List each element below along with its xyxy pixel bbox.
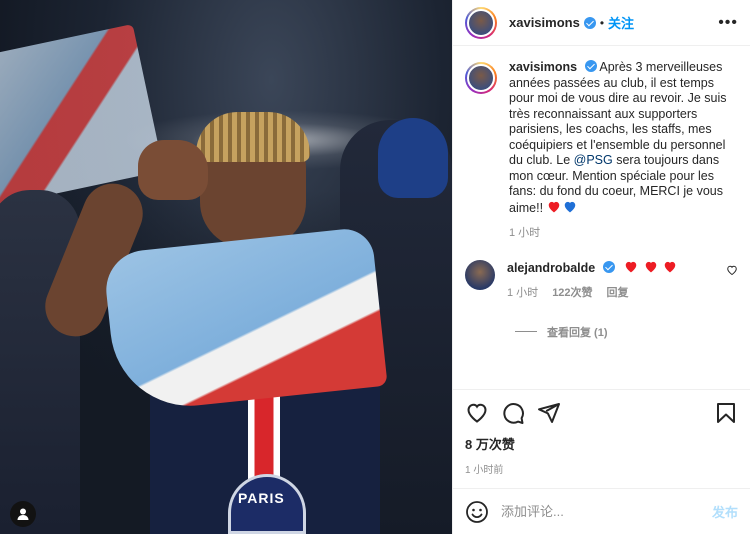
post-header: xavisimons • 关注 ••• xyxy=(453,0,750,46)
verified-badge-icon xyxy=(602,260,615,273)
bookmark-icon[interactable] xyxy=(714,401,738,425)
emoji-icon[interactable] xyxy=(465,500,489,524)
commenter-avatar[interactable] xyxy=(465,259,495,290)
caption-time[interactable]: 1 小时 xyxy=(509,226,540,242)
red-heart-icon xyxy=(644,260,658,272)
follow-button[interactable]: 关注 xyxy=(608,13,634,32)
heart-outline-icon[interactable] xyxy=(465,401,489,425)
caption-avatar[interactable] xyxy=(465,62,497,94)
author-username[interactable]: xavisimons xyxy=(509,15,580,30)
red-heart-icon xyxy=(547,200,561,212)
comment-item: alejandrobalde 1 小时 122次赞 回复 xyxy=(465,259,738,302)
verified-badge-icon xyxy=(584,60,597,72)
psg-crest-text: PARIS xyxy=(238,490,285,506)
red-heart-icon xyxy=(663,260,677,272)
more-icon[interactable]: ••• xyxy=(718,14,738,32)
separator-dot: • xyxy=(599,15,605,30)
post-photo[interactable]: PARIS xyxy=(0,0,452,534)
comment-time[interactable]: 1 小时 xyxy=(507,286,538,302)
blue-heart-icon xyxy=(563,200,577,212)
post-dialog: PARIS xavisimons • 关注 ••• xavisimons Apr… xyxy=(0,0,750,534)
comment-input[interactable] xyxy=(501,504,712,519)
commenter-username[interactable]: alejandrobalde xyxy=(507,261,595,275)
caption: xavisimons Après 3 merveilleuses années … xyxy=(465,60,738,242)
posted-time[interactable]: 1 小时前 xyxy=(465,461,738,476)
replies-line xyxy=(515,331,537,332)
post-actions: 8 万次赞 1 小时前 xyxy=(453,389,750,488)
player-flag xyxy=(102,226,388,414)
reply-button[interactable]: 回复 xyxy=(607,286,629,302)
user-tag-icon[interactable] xyxy=(10,501,36,527)
player-hair xyxy=(196,112,310,162)
share-icon[interactable] xyxy=(537,401,561,425)
verified-badge-icon xyxy=(583,16,596,29)
view-replies-button[interactable]: 查看回复 (1) xyxy=(515,324,738,340)
likes-count[interactable]: 8 万次赞 xyxy=(465,434,738,453)
author-avatar[interactable] xyxy=(465,6,497,39)
red-heart-icon xyxy=(624,260,638,272)
mention-link[interactable]: @PSG xyxy=(574,153,613,167)
comment-like-icon[interactable] xyxy=(726,264,738,302)
thumbs-up-hand xyxy=(138,140,208,200)
add-comment-bar: 发布 xyxy=(453,488,750,534)
post-sidebar: xavisimons • 关注 ••• xavisimons Après 3 m… xyxy=(452,0,750,534)
view-replies-label: 查看回复 (1) xyxy=(547,326,608,339)
caption-text: Après 3 merveilleuses années passées au … xyxy=(509,60,727,167)
comments-list[interactable]: xavisimons Après 3 merveilleuses années … xyxy=(453,46,750,389)
caption-username[interactable]: xavisimons xyxy=(509,60,577,74)
post-comment-button[interactable]: 发布 xyxy=(712,502,738,521)
comment-likes[interactable]: 122次赞 xyxy=(552,286,592,302)
comment-icon[interactable] xyxy=(501,401,525,425)
fan-right-hat xyxy=(378,118,448,198)
